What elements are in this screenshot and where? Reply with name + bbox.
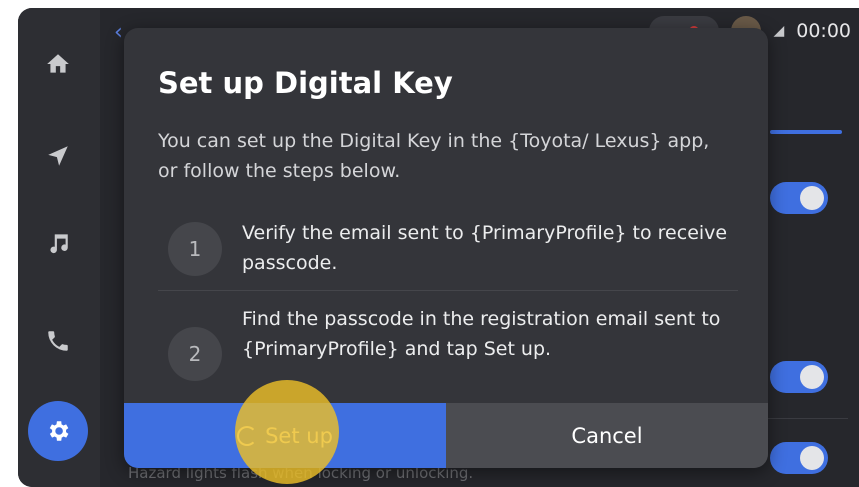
set-up-button[interactable]: Set up [124, 403, 446, 468]
signal-icon: ◢ [773, 23, 785, 39]
cancel-button-label: Cancel [571, 423, 643, 448]
nav-music-button[interactable] [30, 215, 86, 271]
dialog-actions: Set up Cancel [124, 403, 768, 468]
dialog-title: Set up Digital Key [158, 66, 453, 100]
nav-phone-button[interactable] [30, 313, 86, 369]
home-icon [47, 54, 69, 73]
step-text: Verify the email sent to {PrimaryProfile… [242, 222, 728, 274]
toggle-switch[interactable] [770, 442, 828, 474]
music-note-icon [50, 234, 68, 254]
toggle-knob [800, 365, 824, 389]
cancel-button[interactable]: Cancel [446, 403, 768, 468]
toggle-switch[interactable] [770, 182, 828, 214]
set-up-button-label: Set up [265, 423, 333, 448]
navigation-arrow-icon [48, 146, 68, 166]
phone-icon [48, 331, 68, 351]
active-tab-indicator [770, 130, 842, 134]
clock: 00:00 [796, 20, 851, 42]
nav-home-button[interactable] [30, 36, 86, 92]
toggle-switch[interactable] [770, 361, 828, 393]
list-divider [758, 418, 848, 419]
digital-key-dialog: Set up Digital Key You can set up the Di… [124, 28, 768, 468]
nav-navigation-button[interactable] [30, 128, 86, 184]
gear-icon [49, 421, 69, 441]
toggle-knob [800, 446, 824, 470]
side-navigation [18, 8, 100, 487]
back-chevron-icon[interactable]: ‹ [114, 20, 123, 45]
step-text: Find the passcode in the registration em… [242, 308, 721, 360]
step-number-badge: 1 [168, 222, 222, 276]
loading-spinner-icon [237, 425, 258, 446]
nav-settings-button[interactable] [28, 401, 88, 461]
head-unit-screen: ‹ ◢ 00:00 Hazard lights flash when locki… [18, 8, 859, 487]
dialog-description: You can set up the Digital Key in the {T… [158, 130, 710, 182]
toggle-knob [800, 186, 824, 210]
step-number-badge: 2 [168, 327, 222, 381]
step-divider [158, 290, 738, 291]
